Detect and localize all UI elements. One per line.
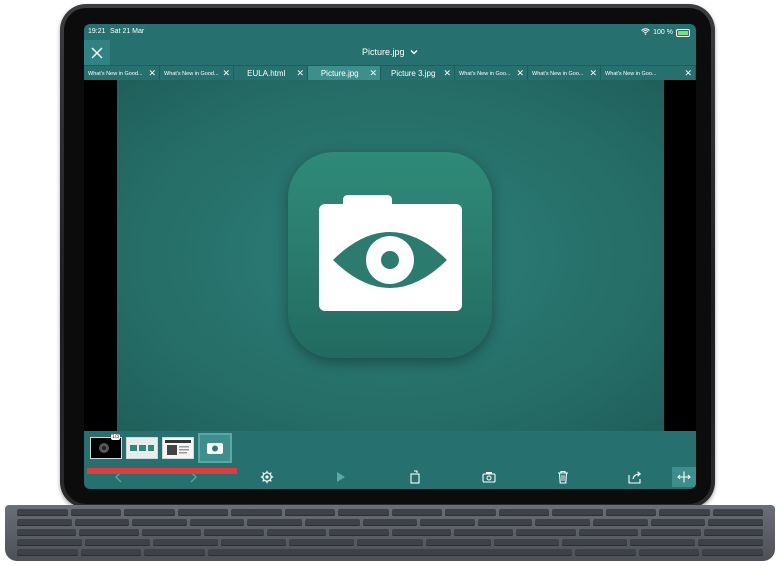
tab-label: What's New in Goo...: [605, 70, 657, 77]
keyboard-row: [17, 529, 764, 536]
tab-bar: What's New in Good... ✕ What's New in Go…: [84, 65, 696, 81]
tab-whats-new-5[interactable]: What's New in Goo... ✕: [601, 66, 696, 81]
close-tab-icon[interactable]: ✕: [369, 69, 377, 78]
close-tab-icon[interactable]: ✕: [148, 69, 156, 78]
thumbnail-counter: 1/3: [111, 434, 120, 440]
tab-whats-new-4[interactable]: What's New in Goo... ✕: [528, 66, 601, 81]
close-tab-icon[interactable]: ✕: [222, 69, 230, 78]
rotate-button[interactable]: [404, 467, 426, 487]
share-button[interactable]: [624, 467, 646, 487]
tab-label: Picture 3.jpg: [390, 69, 436, 78]
close-tab-icon[interactable]: ✕: [296, 69, 304, 78]
eye-folder-icon: [319, 195, 462, 311]
status-bar: 19:21 Sat 21 Mar 100 %: [84, 24, 696, 40]
delete-button[interactable]: [552, 467, 574, 487]
status-time: 19:21: [88, 28, 106, 35]
thumbnail-1[interactable]: 1/3: [90, 434, 122, 459]
tab-label: EULA.html: [247, 69, 286, 78]
keyboard-row: [17, 509, 763, 516]
tab-label: What's New in Goo...: [459, 70, 511, 77]
thumbnail-strip: 1/3: [84, 431, 696, 465]
settings-button[interactable]: [256, 467, 278, 487]
status-right: 100 %: [641, 28, 690, 37]
picture-canvas: [117, 80, 664, 431]
close-tab-icon[interactable]: ✕: [516, 69, 524, 78]
screen: 19:21 Sat 21 Mar 100 % Picture.jpg What'…: [84, 24, 696, 489]
keyboard-row: [17, 539, 764, 546]
tab-whats-new-1[interactable]: What's New in Good... ✕: [84, 66, 160, 81]
tab-eula[interactable]: EULA.html ✕: [234, 66, 308, 81]
wifi-icon: [641, 28, 650, 37]
tab-label: What's New in Good...: [164, 70, 219, 77]
expand-button[interactable]: [672, 467, 696, 487]
document-title: Picture.jpg: [361, 47, 405, 57]
camera-button[interactable]: [478, 467, 500, 487]
keyboard-row: [17, 549, 764, 556]
keyboard: [5, 505, 775, 561]
image-viewer[interactable]: [84, 80, 696, 431]
camera-icon: [482, 472, 496, 483]
chevron-down-icon: [410, 47, 418, 57]
expand-icon: [677, 471, 691, 483]
share-icon: [628, 470, 642, 484]
tab-picture[interactable]: Picture.jpg ✕: [308, 66, 381, 81]
close-tab-icon[interactable]: ✕: [684, 69, 692, 78]
document-title-dropdown[interactable]: Picture.jpg: [84, 47, 696, 57]
settings-icon: [260, 470, 274, 484]
tab-label: Picture.jpg: [320, 69, 359, 78]
app-icon-image: [288, 152, 492, 358]
close-tab-icon[interactable]: ✕: [443, 69, 451, 78]
battery-percentage: 100 %: [653, 29, 673, 36]
close-tab-icon[interactable]: ✕: [589, 69, 597, 78]
tab-label: What's New in Good...: [88, 70, 143, 77]
thumbnail-2[interactable]: [126, 437, 158, 459]
navigation-bar: Picture.jpg: [84, 40, 696, 65]
highlight-bar: [87, 468, 237, 474]
status-date: Sat 21 Mar: [110, 28, 145, 35]
rotate-icon: [410, 470, 420, 484]
thumbnail-3[interactable]: [162, 437, 194, 459]
play-icon: [337, 472, 345, 482]
trash-icon: [558, 470, 568, 484]
keyboard-row: [17, 519, 763, 526]
tab-whats-new-3[interactable]: What's New in Goo... ✕: [455, 66, 528, 81]
tab-label: What's New in Goo...: [532, 70, 584, 77]
thumbnail-4-selected[interactable]: [198, 433, 232, 463]
tab-whats-new-2[interactable]: What's New in Good... ✕: [160, 66, 234, 81]
battery-icon: [676, 28, 690, 37]
tab-picture-3[interactable]: Picture 3.jpg ✕: [381, 66, 455, 81]
play-button[interactable]: [330, 467, 352, 487]
